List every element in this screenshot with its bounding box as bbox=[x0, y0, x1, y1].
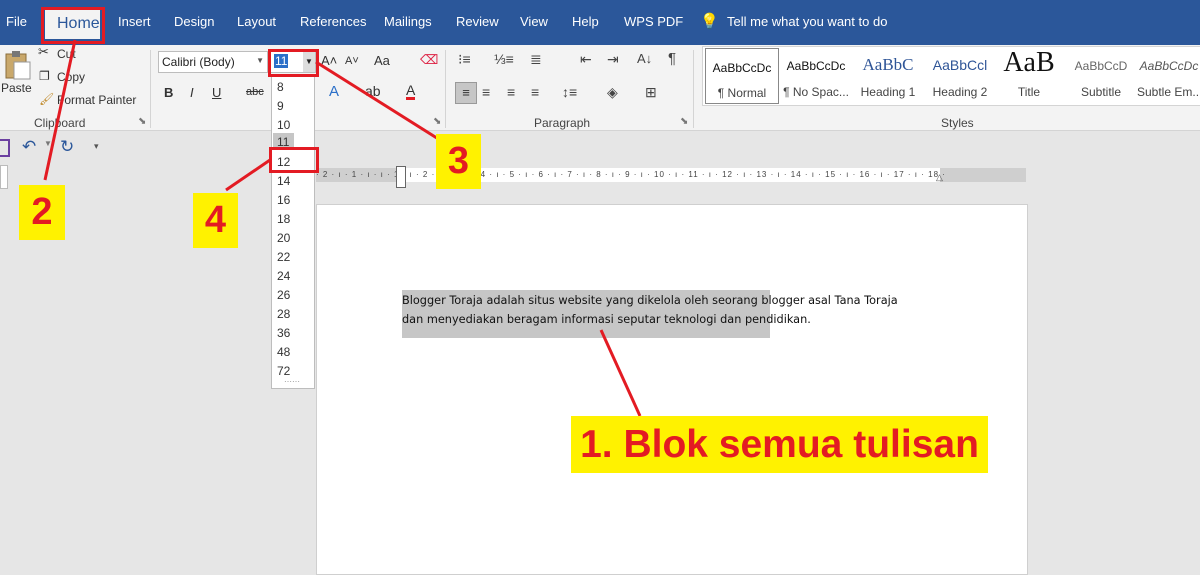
highlight-box-size-12 bbox=[269, 147, 319, 173]
annotation-line-3 bbox=[315, 60, 441, 142]
annotation-line-4 bbox=[225, 158, 271, 192]
callout-step-4: 4 bbox=[193, 193, 238, 248]
callout-step-2: 2 bbox=[19, 185, 65, 240]
annotation-lines bbox=[43, 39, 642, 417]
annotation-line-1 bbox=[599, 329, 642, 417]
annotation-line-2 bbox=[43, 39, 77, 181]
highlight-box-font-size bbox=[268, 49, 319, 77]
highlight-box-home bbox=[41, 7, 105, 44]
callout-step-1: 1. Blok semua tulisan bbox=[571, 416, 988, 473]
callout-step-3: 3 bbox=[436, 134, 481, 189]
